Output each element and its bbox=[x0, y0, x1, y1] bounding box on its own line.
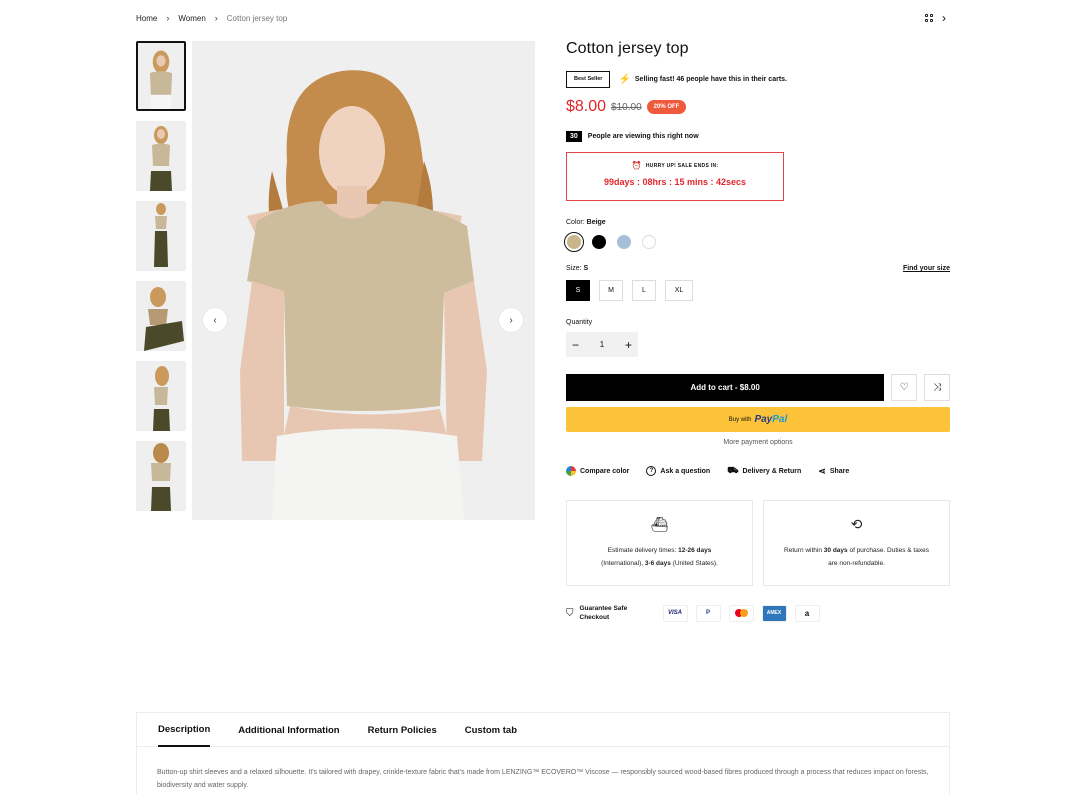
thumbnail-5[interactable] bbox=[136, 361, 186, 431]
grid-icon[interactable] bbox=[925, 13, 934, 23]
product-nav: › bbox=[925, 11, 946, 25]
return-icon: ⟲ bbox=[850, 516, 863, 532]
viewers-notice: 30 People are viewing this right now bbox=[566, 129, 950, 143]
chevron-right-icon: › bbox=[214, 13, 218, 23]
size-m[interactable]: M bbox=[599, 280, 623, 301]
details-tabs: Description Additional Information Retur… bbox=[137, 713, 949, 747]
info-boxes: ⛴ Estimate delivery times: 12-26 days (I… bbox=[566, 500, 950, 586]
next-product-icon[interactable]: › bbox=[942, 11, 946, 25]
swatch-light-blue[interactable] bbox=[617, 235, 631, 249]
viewers-count: 30 bbox=[566, 130, 582, 142]
more-payment-options-link[interactable]: More payment options bbox=[566, 439, 950, 446]
description-text: Button-up shirt sleeves and a relaxed si… bbox=[157, 769, 929, 789]
amex-icon: AMEX bbox=[761, 604, 787, 622]
swatch-white[interactable] bbox=[642, 235, 656, 249]
tab-custom[interactable]: Custom tab bbox=[465, 713, 517, 747]
old-price: $10.00 bbox=[611, 101, 642, 113]
paypal-button[interactable]: Buy with PayPal bbox=[566, 407, 950, 432]
size-xl[interactable]: XL bbox=[665, 280, 693, 301]
buy-with-text: Buy with bbox=[728, 416, 752, 423]
return-info-box: ⟲ Return within 30 days of purchase. Dut… bbox=[763, 500, 950, 586]
shuffle-icon: ⤨ bbox=[933, 382, 942, 393]
heart-icon: ♡ bbox=[899, 382, 909, 393]
ask-question-link[interactable]: ? Ask a question bbox=[646, 466, 710, 476]
product-main-image[interactable]: ‹ › bbox=[192, 41, 535, 520]
shield-icon: ⛉ bbox=[566, 607, 574, 619]
color-swatches bbox=[564, 232, 950, 252]
thumbnail-6[interactable] bbox=[136, 441, 186, 511]
timer-heading: HURRY UP! SALE ENDS IN: bbox=[645, 162, 719, 169]
delivery-info-box: ⛴ Estimate delivery times: 12-26 days (I… bbox=[566, 500, 753, 586]
selling-fast-notice: ⚡ Selling fast! 46 people have this in t… bbox=[618, 74, 787, 85]
color-label: Color: Beige bbox=[566, 219, 606, 226]
alarm-clock-icon: ⏰ bbox=[631, 161, 642, 170]
thumbnail-3[interactable] bbox=[136, 201, 186, 271]
guarantee-text: Guarantee Safe Checkout bbox=[579, 605, 628, 621]
chevron-right-icon: › bbox=[166, 13, 170, 23]
product-info: Cotton jersey top Best Seller ⚡ Selling … bbox=[564, 40, 951, 622]
current-price: $8.00 bbox=[566, 98, 607, 115]
paypal-icon: P bbox=[695, 604, 721, 622]
viewers-text: People are viewing this right now bbox=[587, 132, 699, 140]
quantity-value[interactable]: 1 bbox=[600, 340, 604, 349]
previous-image-button[interactable]: ‹ bbox=[203, 308, 227, 332]
compare-color-link[interactable]: Compare color bbox=[566, 466, 629, 476]
product-title: Cotton jersey top bbox=[566, 40, 689, 57]
find-your-size-link[interactable]: Find your size bbox=[903, 265, 950, 272]
delivery-return-link[interactable]: ⛟ Delivery & Return bbox=[727, 465, 801, 477]
price-row: $8.00 $10.00 20% OFF bbox=[566, 97, 950, 117]
swatch-black[interactable] bbox=[592, 235, 606, 249]
size-s[interactable]: S bbox=[566, 280, 590, 301]
thumbnail-4[interactable] bbox=[136, 281, 186, 351]
tab-additional-information[interactable]: Additional Information bbox=[238, 713, 339, 747]
mastercard-icon bbox=[728, 604, 754, 622]
wishlist-button[interactable]: ♡ bbox=[891, 374, 918, 401]
guarantee-checkout: ⛉ Guarantee Safe Checkout VISA P AMEX a bbox=[566, 604, 950, 622]
ship-icon: ⛴ bbox=[650, 516, 669, 532]
discount-badge: 20% OFF bbox=[646, 100, 687, 114]
swatch-beige[interactable] bbox=[564, 232, 584, 252]
share-icon: ⋖ bbox=[818, 465, 826, 476]
payment-cards: VISA P AMEX a bbox=[662, 604, 820, 622]
quantity-stepper: − 1 + bbox=[566, 332, 638, 357]
product-details-section: Description Additional Information Retur… bbox=[136, 712, 950, 794]
next-image-button[interactable]: › bbox=[499, 308, 523, 332]
visa-icon: VISA bbox=[662, 604, 688, 622]
compare-button[interactable]: ⤨ bbox=[924, 374, 951, 401]
size-l[interactable]: L bbox=[632, 280, 656, 301]
amazon-icon: a bbox=[794, 604, 820, 622]
breadcrumb-current: Cotton jersey top bbox=[226, 13, 288, 23]
breadcrumb-women[interactable]: Women bbox=[178, 14, 205, 23]
question-icon: ? bbox=[646, 466, 657, 476]
tab-return-policies[interactable]: Return Policies bbox=[368, 713, 437, 747]
sale-countdown: ⏰ HURRY UP! SALE ENDS IN: 99days : 08hrs… bbox=[566, 152, 784, 201]
lightning-icon: ⚡ bbox=[618, 74, 631, 85]
breadcrumb: Home › Women › Cotton jersey top bbox=[136, 12, 287, 24]
tab-description[interactable]: Description bbox=[158, 713, 211, 747]
thumbnail-1[interactable] bbox=[136, 41, 186, 111]
best-seller-badge: Best Seller bbox=[566, 71, 611, 88]
truck-icon: ⛟ bbox=[727, 465, 739, 475]
breadcrumb-home[interactable]: Home bbox=[136, 14, 157, 23]
product-actions: Compare color ? Ask a question ⛟ Deliver… bbox=[566, 465, 950, 477]
size-options: S M L XL bbox=[566, 280, 950, 301]
decrease-quantity-button[interactable]: − bbox=[572, 338, 579, 352]
delivery-info-text: Estimate delivery times: 12-26 days (Int… bbox=[601, 547, 718, 567]
timer-value: 99days : 08hrs : 15 mins : 42secs bbox=[603, 177, 747, 187]
thumbnail-2[interactable] bbox=[136, 121, 186, 191]
size-label: Size: S bbox=[566, 265, 589, 272]
product-badges: Best Seller ⚡ Selling fast! 46 people ha… bbox=[566, 71, 950, 88]
add-to-cart-button[interactable]: Add to cart - $8.00 bbox=[566, 374, 885, 401]
paypal-logo: PayPal bbox=[754, 414, 788, 425]
thumbnail-list bbox=[136, 41, 186, 521]
selected-size: S bbox=[583, 265, 589, 272]
selected-color: Beige bbox=[586, 219, 606, 226]
color-palette-icon bbox=[566, 466, 576, 476]
return-info-text: Return within 30 days of purchase. Dutie… bbox=[784, 547, 929, 567]
increase-quantity-button[interactable]: + bbox=[625, 338, 632, 352]
share-link[interactable]: ⋖ Share bbox=[818, 466, 849, 477]
quantity-label: Quantity bbox=[566, 319, 593, 326]
selling-fast-text: Selling fast! 46 people have this in the… bbox=[634, 76, 787, 83]
